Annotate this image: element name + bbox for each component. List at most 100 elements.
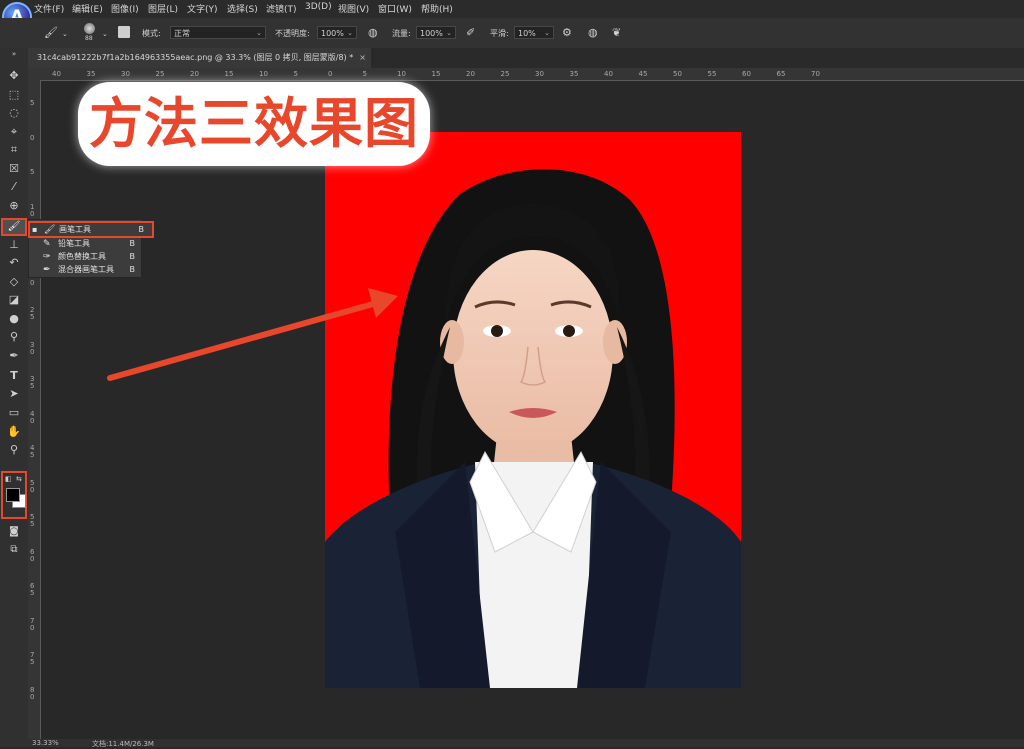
ruler-tick-label: 0: [30, 133, 35, 142]
brush-preview-icon: [84, 23, 95, 34]
eyedropper-tool-icon[interactable]: ⁄: [4, 179, 24, 195]
swap-colors-icon[interactable]: ⇆: [16, 475, 22, 483]
ruler-tick-label: 15: [431, 70, 441, 78]
flyout-item-shortcut: B: [138, 225, 145, 234]
crop-tool-icon[interactable]: ⌗: [4, 142, 24, 158]
brush-icon: 🖌: [7, 221, 21, 232]
flyout-item-color-replace[interactable]: ✑ 颜色替换工具 B: [29, 250, 141, 264]
eraser-tool-icon[interactable]: ◇: [4, 274, 24, 290]
menu-layer[interactable]: 图层(L): [148, 2, 178, 15]
ruler-tick-label: 20: [466, 70, 475, 78]
pressure-opacity-icon[interactable]: ◍: [368, 27, 378, 39]
flyout-item-pencil[interactable]: ✎ 铅笔工具 B: [29, 237, 141, 251]
brush-settings-toggle[interactable]: [118, 26, 130, 38]
type-tool-icon[interactable]: T: [4, 368, 24, 384]
color-swatches[interactable]: ◧ ⇆: [1, 471, 27, 519]
menu-file[interactable]: 文件(F): [34, 2, 64, 15]
lasso-tool-icon[interactable]: ◌: [4, 105, 24, 121]
flyout-item-label: 混合器画笔工具: [58, 265, 114, 274]
chevron-down-icon[interactable]: ⌄: [62, 28, 68, 40]
ruler-tick-label: 30: [535, 70, 544, 78]
document-tab-bar: 31c4cab91222b7f1a2b164963355aeac.png @ 3…: [28, 48, 1024, 68]
path-select-tool-icon[interactable]: ➤: [4, 386, 24, 402]
flyout-item-mixer-brush[interactable]: ✒ 混合器画笔工具 B: [29, 263, 141, 277]
ruler-tick-label: 5: [30, 168, 35, 176]
rectangle-tool-icon[interactable]: ▭: [4, 405, 24, 421]
annotation-title-box: 方法三效果图: [78, 82, 430, 166]
ruler-tick-label: 10: [397, 70, 406, 78]
menu-window[interactable]: 窗口(W): [378, 2, 412, 15]
ruler-tick-label: 60: [30, 547, 35, 563]
zoom-tool-icon[interactable]: ⚲: [4, 442, 24, 458]
pressure-size-icon[interactable]: ◍: [588, 27, 598, 39]
mixer-brush-icon: ✒: [43, 265, 51, 275]
paint-bucket-tool-icon[interactable]: ◪: [4, 292, 24, 308]
brush-size-value: 88: [85, 35, 93, 42]
menu-edit[interactable]: 编辑(E): [72, 2, 103, 15]
mode-select[interactable]: 正常 ⌄: [170, 26, 266, 39]
flow-input[interactable]: 100% ⌄: [416, 26, 456, 39]
smooth-input[interactable]: 10% ⌄: [514, 26, 554, 39]
menu-type[interactable]: 文字(Y): [187, 2, 218, 15]
menu-view[interactable]: 视图(V): [338, 2, 369, 15]
ruler-corner: [28, 68, 40, 80]
flow-label: 流量:: [392, 29, 411, 38]
ruler-tick-label: 40: [52, 70, 61, 78]
canvas-photo[interactable]: [325, 132, 741, 688]
menu-help[interactable]: 帮助(H): [421, 2, 453, 15]
ruler-tick-label: 60: [742, 70, 751, 78]
flyout-item-label: 铅笔工具: [58, 239, 90, 248]
frame-tool-icon[interactable]: ☒: [4, 161, 24, 177]
flyout-item-shortcut: B: [129, 265, 136, 274]
marquee-tool-icon[interactable]: ⬚: [4, 87, 24, 103]
hand-tool-icon[interactable]: ✋: [4, 424, 24, 440]
clone-stamp-tool-icon[interactable]: ⊥: [4, 237, 24, 253]
vertical-ruler: 505101520253035404550556065707580: [28, 80, 41, 747]
mode-label: 模式:: [142, 29, 161, 38]
flyout-item-brush[interactable]: ▪ 🖌 画笔工具 B: [28, 221, 154, 238]
blur-tool-icon[interactable]: ●: [4, 311, 24, 327]
ruler-tick-label: 5: [362, 70, 367, 78]
pen-tool-icon[interactable]: ✒: [4, 348, 24, 364]
zoom-level[interactable]: 33.33%: [32, 739, 59, 747]
brush-tool-button[interactable]: 🖌: [1, 218, 27, 236]
ruler-tick-label: 65: [30, 582, 35, 597]
document-size: 文档:11.4M/26.3M: [92, 740, 154, 748]
airbrush-icon[interactable]: ✐: [466, 27, 475, 39]
collapse-icon[interactable]: »: [4, 49, 24, 59]
ruler-tick-label: 0: [328, 70, 333, 78]
ruler-tick-label: 25: [500, 70, 510, 78]
horizontal-ruler: 40 35 30 25 20 15 10 5 0 5 10 15 20 25 30 35 40 45 50 55 60 6…: [28, 68, 1024, 81]
move-tool-icon[interactable]: ✥: [4, 68, 24, 84]
document-tab[interactable]: 31c4cab91222b7f1a2b164963355aeac.png @ 3…: [28, 48, 371, 68]
dodge-tool-icon[interactable]: ⚲: [4, 329, 24, 345]
default-colors-icon[interactable]: ◧: [5, 475, 12, 483]
screen-mode-icon[interactable]: ⧉: [4, 542, 24, 558]
quick-mask-icon[interactable]: ◙: [4, 524, 24, 540]
selected-dot-icon: ▪: [32, 225, 38, 234]
foreground-color-swatch[interactable]: [6, 488, 20, 502]
symmetry-icon[interactable]: ❦: [612, 27, 621, 39]
ruler-tick-label: 30: [30, 340, 35, 356]
opacity-input[interactable]: 100% ⌄: [317, 26, 357, 39]
menu-filter[interactable]: 滤镜(T): [266, 2, 297, 15]
menu-image[interactable]: 图像(I): [111, 2, 139, 15]
ruler-tick-label: 25: [30, 306, 35, 321]
gear-icon[interactable]: ⚙: [562, 27, 572, 39]
ruler-tick-label: 45: [638, 70, 648, 78]
tools-panel: » ✥ ⬚ ◌ ⌖ ⌗ ☒ ⁄ ⊕ 🖌 ⊥ ↶ ◇ ◪ ● ⚲ ✒ T ➤ ▭ …: [0, 48, 29, 747]
healing-tool-icon[interactable]: ⊕: [4, 198, 24, 214]
ruler-tick-label: 45: [30, 444, 35, 459]
history-brush-tool-icon[interactable]: ↶: [4, 255, 24, 271]
portrait-image: [325, 169, 741, 688]
menu-select[interactable]: 选择(S): [227, 2, 258, 15]
brush-preset-picker[interactable]: 88: [80, 21, 100, 45]
brush-tool-icon[interactable]: 🖌: [44, 27, 58, 39]
chevron-down-icon[interactable]: ⌄: [102, 28, 108, 40]
close-icon[interactable]: ×: [359, 48, 366, 68]
mode-value: 正常: [174, 29, 190, 38]
ruler-tick-label: 5: [293, 70, 298, 78]
quick-select-tool-icon[interactable]: ⌖: [4, 124, 24, 140]
ruler-tick-label: 55: [707, 70, 717, 78]
menu-3d[interactable]: 3D(D): [305, 2, 332, 12]
